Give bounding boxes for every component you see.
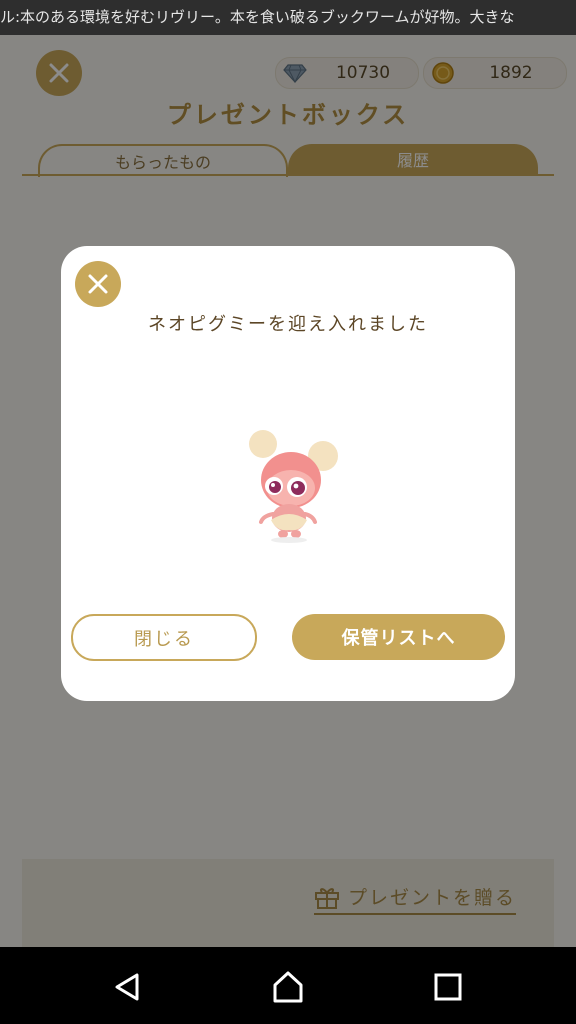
- dialog-close-button[interactable]: [75, 261, 121, 307]
- dialog-message: ネオピグミーを迎え入れました: [148, 314, 428, 335]
- close-icon: [88, 274, 108, 294]
- ticker-text: ル:本のある環境を好むリヴリー。本を食い破るブックワームが好物。大きな: [0, 8, 515, 26]
- close-button-label: 閉じる: [134, 628, 194, 650]
- storage-list-button[interactable]: 保管リストへ: [292, 614, 505, 660]
- news-ticker: ル:本のある環境を好むリヴリー。本を食い破るブックワームが好物。大きな: [0, 0, 576, 35]
- nav-home-button[interactable]: [270, 969, 306, 1005]
- recents-icon: [434, 973, 462, 1001]
- close-button[interactable]: 閉じる: [71, 614, 257, 661]
- pet-image: [249, 430, 338, 543]
- home-icon: [273, 971, 303, 1003]
- nav-recents-button[interactable]: [430, 969, 466, 1005]
- back-icon: [115, 973, 139, 1001]
- storage-list-button-label: 保管リストへ: [341, 628, 456, 649]
- system-nav-bar: [0, 947, 576, 1024]
- nav-back-button[interactable]: [110, 969, 146, 1005]
- welcome-dialog: ネオピグミーを迎え入れました 閉じる 保管リストへ: [61, 246, 515, 701]
